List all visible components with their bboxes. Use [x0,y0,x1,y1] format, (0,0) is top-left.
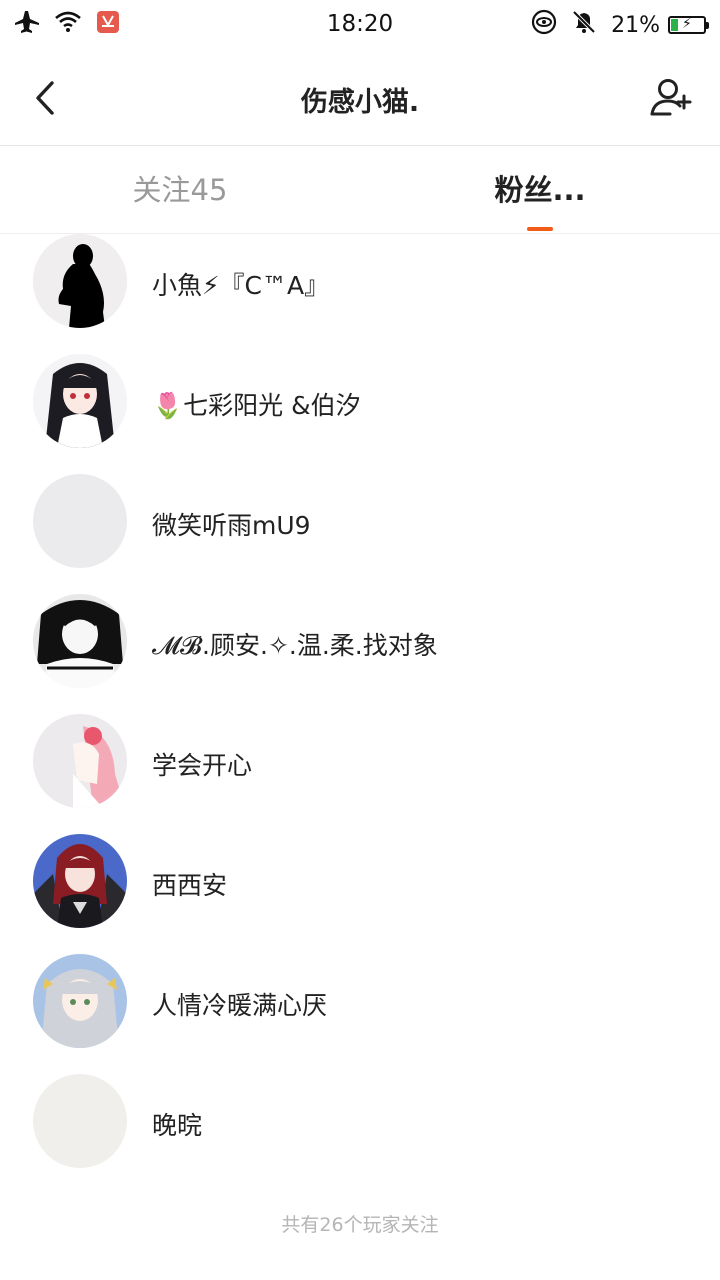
fan-name: 𝓜𝓑.顾安.✧.温.柔.找对象 [152,631,438,660]
avatar[interactable] [33,714,127,808]
avatar[interactable] [33,1074,127,1168]
list-item[interactable]: 晚晥 [0,1074,720,1194]
list-item[interactable]: 🌷七彩阳光 &伯汐 [0,354,720,474]
battery-icon: ⚡ [668,16,709,34]
fan-name: 学会开心 [152,751,253,780]
avatar[interactable] [33,594,127,688]
status-time: 18:20 [326,11,394,37]
list-item[interactable]: 西西安 [0,834,720,954]
header: 伤感小猫. [0,50,720,146]
fan-name: 西西安 [152,871,228,900]
add-user-icon [648,79,696,126]
add-user-button[interactable] [648,74,696,122]
fan-name: 晚晥 [152,1111,203,1140]
list-item[interactable]: 小魚⚡『C™A』 [0,234,720,354]
tab-bar: 关注45 粉丝... [0,146,720,234]
list-item[interactable]: 𝓜𝓑.顾安.✧.温.柔.找对象 [0,594,720,714]
fan-name: 人情冷暖满心厌 [152,991,328,1020]
tab-fans[interactable]: 粉丝... [360,146,720,234]
fan-name: 微笑听雨mU9 [152,511,311,540]
avatar[interactable] [33,234,127,328]
tab-following[interactable]: 关注45 [0,146,360,234]
avatar[interactable] [33,474,127,568]
avatar[interactable] [33,834,127,928]
fan-name: 小魚⚡『C™A』 [152,271,330,300]
avatar[interactable] [33,354,127,448]
status-bar: 18:20 21% ⚡ [0,0,720,50]
list-item[interactable]: 学会开心 [0,714,720,834]
follower-count-footer: 共有26个玩家关注 [281,1214,439,1236]
page-title: 伤感小猫. [300,87,420,118]
fans-list: 小魚⚡『C™A』 🌷七彩阳光 &伯汐 微笑听雨mU9 𝓜𝓑.顾安.✧.温.柔.找… [0,234,720,1194]
active-tab-indicator [527,227,553,231]
list-item[interactable]: 微笑听雨mU9 [0,474,720,594]
avatar[interactable] [33,954,127,1048]
fan-name: 🌷七彩阳光 &伯汐 [152,391,361,420]
list-item[interactable]: 人情冷暖满心厌 [0,954,720,1074]
